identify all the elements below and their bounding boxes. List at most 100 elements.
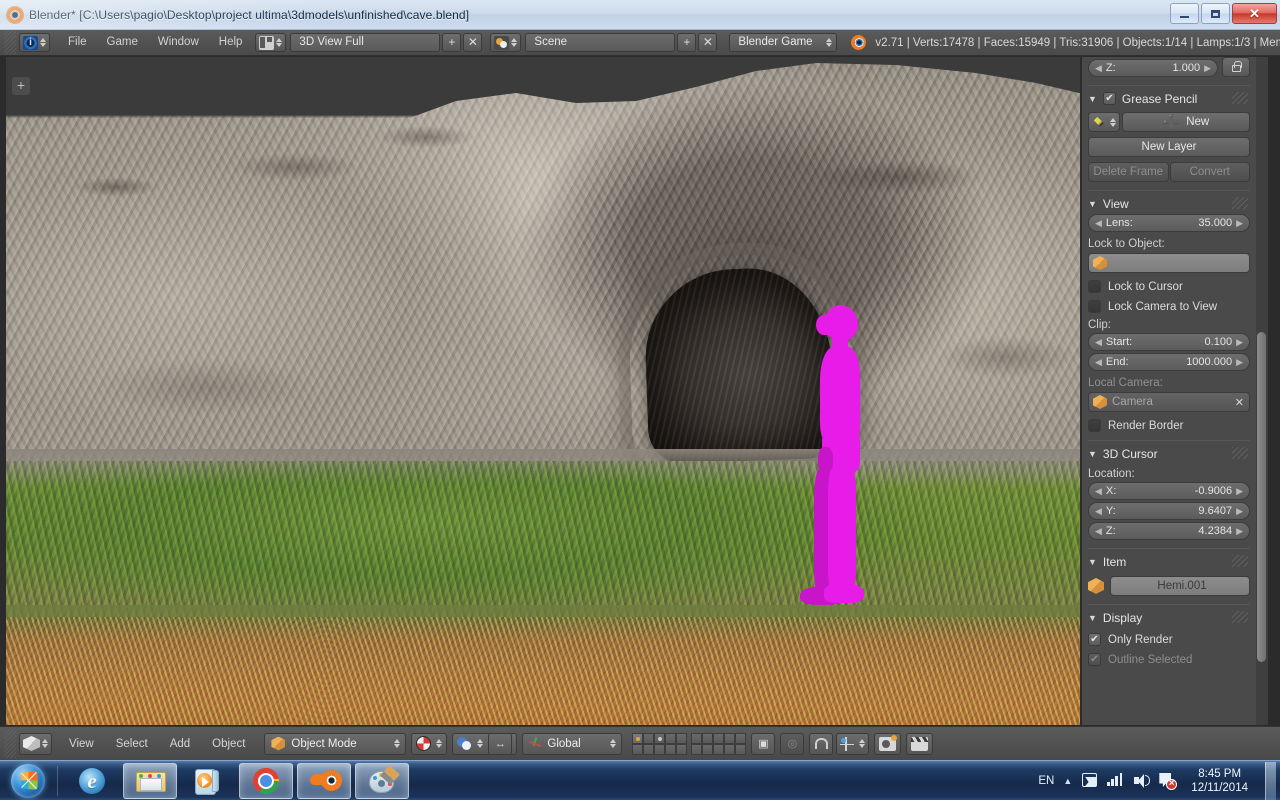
- transform-manipulator-toggle[interactable]: ↔: [488, 732, 513, 755]
- layer-button[interactable]: [643, 732, 655, 744]
- snap-magnet-button[interactable]: [809, 732, 834, 755]
- grease-pencil-enable-checkbox[interactable]: ✔: [1102, 92, 1116, 105]
- expand-toolshelf-button[interactable]: +: [12, 77, 30, 95]
- screen-layout-name[interactable]: 3D View Full: [290, 33, 441, 52]
- chevron-left-icon[interactable]: ◀: [1095, 526, 1102, 536]
- screen-layout-selector[interactable]: [255, 33, 287, 52]
- add-scene-button[interactable]: +: [677, 33, 697, 52]
- chevron-right-icon[interactable]: ▶: [1204, 63, 1211, 73]
- layer-button[interactable]: [665, 743, 677, 755]
- panel-resize-grip[interactable]: [1232, 611, 1248, 623]
- scene-selector[interactable]: [490, 33, 522, 52]
- transform-z-field[interactable]: ◀ Z: 1.000 ▶: [1088, 59, 1218, 77]
- clock[interactable]: 8:45 PM 12/11/2014: [1185, 767, 1254, 795]
- panel-resize-grip[interactable]: [1232, 555, 1248, 567]
- transform-orientation-selector[interactable]: Global: [522, 732, 623, 755]
- delete-scene-button[interactable]: ✕: [698, 33, 718, 52]
- delete-frame-button[interactable]: Delete Frame: [1088, 162, 1169, 182]
- taskbar-item-internet-explorer[interactable]: [65, 763, 119, 799]
- chevron-right-icon[interactable]: ▶: [1236, 526, 1243, 536]
- layer-button[interactable]: [724, 743, 736, 755]
- editor-type-selector[interactable]: i: [19, 33, 50, 52]
- outline-selected-checkbox[interactable]: ✔: [1088, 653, 1101, 666]
- grease-pencil-new-button[interactable]: ➕ New: [1122, 112, 1250, 132]
- lock-transform-button[interactable]: [1222, 57, 1250, 77]
- layer-button[interactable]: [691, 732, 703, 744]
- panel-resize-grip[interactable]: [1232, 197, 1248, 209]
- chevron-right-icon[interactable]: ▶: [1236, 337, 1243, 347]
- outline-selected-row[interactable]: ✔ Outline Selected: [1088, 653, 1250, 666]
- taskbar-item-google-chrome[interactable]: [239, 762, 293, 799]
- lock-layers-button[interactable]: ▣: [751, 732, 776, 755]
- layer-button[interactable]: [713, 732, 725, 744]
- properties-scrollbar-thumb[interactable]: [1257, 332, 1266, 662]
- chevron-right-icon[interactable]: ▶: [1236, 357, 1243, 367]
- menu-select[interactable]: Select: [105, 738, 159, 750]
- layer-button[interactable]: [632, 732, 644, 744]
- interaction-mode-selector[interactable]: Object Mode: [264, 732, 407, 755]
- panel-header-display[interactable]: ▼ Display: [1088, 604, 1250, 626]
- render-border-checkbox[interactable]: [1088, 419, 1101, 432]
- add-screen-button[interactable]: +: [442, 33, 462, 52]
- snap-element-selector[interactable]: [836, 732, 870, 755]
- menu-object[interactable]: Object: [201, 738, 256, 750]
- new-layer-button[interactable]: New Layer: [1088, 137, 1250, 157]
- chevron-right-icon[interactable]: ▶: [1236, 506, 1243, 516]
- chevron-left-icon[interactable]: ◀: [1095, 63, 1102, 73]
- flag-notification-icon[interactable]: [1081, 772, 1098, 789]
- grease-pencil-datablock-selector[interactable]: [1088, 112, 1120, 132]
- taskbar-item-paint[interactable]: [355, 762, 409, 799]
- render-animation-button[interactable]: [906, 732, 934, 755]
- taskbar-item-windows-media-player[interactable]: [181, 763, 235, 799]
- layer-button[interactable]: [724, 732, 736, 744]
- menu-add[interactable]: Add: [159, 738, 201, 750]
- start-button[interactable]: [2, 762, 54, 800]
- minimize-button[interactable]: [1170, 3, 1199, 24]
- layer-group-second[interactable]: [691, 732, 747, 755]
- local-camera-field[interactable]: Camera ✕: [1088, 392, 1250, 412]
- panel-header-grease-pencil[interactable]: ▼ ✔ Grease Pencil: [1088, 85, 1250, 107]
- item-name-field[interactable]: Hemi.001: [1110, 576, 1250, 596]
- human-reference-figure[interactable]: [798, 305, 880, 617]
- chevron-left-icon[interactable]: ◀: [1095, 218, 1102, 228]
- render-border-row[interactable]: Render Border: [1088, 419, 1250, 432]
- layer-button[interactable]: [632, 743, 644, 755]
- layer-button[interactable]: [676, 743, 688, 755]
- layer-button[interactable]: [654, 732, 666, 744]
- pivot-point-selector[interactable]: ↔: [452, 732, 518, 755]
- cursor-x-field[interactable]: ◀ X: -0.9006 ▶: [1088, 482, 1250, 500]
- 3d-viewport[interactable]: +: [6, 57, 1080, 725]
- volume-icon[interactable]: [1133, 772, 1151, 789]
- menu-view[interactable]: View: [58, 738, 105, 750]
- panel-resize-grip[interactable]: [1232, 92, 1248, 104]
- taskbar-item-blender[interactable]: [297, 762, 351, 799]
- properties-scrollbar-track[interactable]: [1256, 57, 1268, 725]
- scene-name[interactable]: Scene: [525, 33, 676, 52]
- layer-button[interactable]: [654, 743, 666, 755]
- layer-group-first[interactable]: [632, 732, 688, 755]
- layer-button[interactable]: [676, 732, 688, 744]
- menu-file[interactable]: File: [58, 33, 97, 52]
- clip-end-field[interactable]: ◀ End: 1000.000 ▶: [1088, 353, 1250, 371]
- chevron-left-icon[interactable]: ◀: [1095, 337, 1102, 347]
- delete-screen-button[interactable]: ✕: [463, 33, 483, 52]
- render-image-button[interactable]: [874, 732, 902, 755]
- menu-help[interactable]: Help: [209, 33, 253, 52]
- panel-resize-grip[interactable]: [1232, 447, 1248, 459]
- lens-field[interactable]: ◀ Lens: 35.000 ▶: [1088, 214, 1250, 232]
- close-button[interactable]: ✕: [1232, 3, 1277, 24]
- show-hidden-icons-button[interactable]: ▲: [1063, 776, 1072, 786]
- render-engine-selector[interactable]: Blender Game: [729, 33, 838, 52]
- header-grip[interactable]: [4, 30, 16, 55]
- cursor-y-field[interactable]: ◀ Y: 9.6407 ▶: [1088, 502, 1250, 520]
- scene-layers[interactable]: [632, 732, 747, 755]
- chevron-right-icon[interactable]: ▶: [1236, 218, 1243, 228]
- chevron-left-icon[interactable]: ◀: [1095, 357, 1102, 367]
- layer-button[interactable]: [665, 732, 677, 744]
- chevron-left-icon[interactable]: ◀: [1095, 506, 1102, 516]
- viewport-shading-selector[interactable]: [411, 732, 448, 755]
- menu-window[interactable]: Window: [148, 33, 209, 52]
- proportional-edit-button[interactable]: ◎: [780, 732, 805, 755]
- cursor-z-field[interactable]: ◀ Z: 4.2384 ▶: [1088, 522, 1250, 540]
- panel-header-3d-cursor[interactable]: ▼ 3D Cursor: [1088, 440, 1250, 462]
